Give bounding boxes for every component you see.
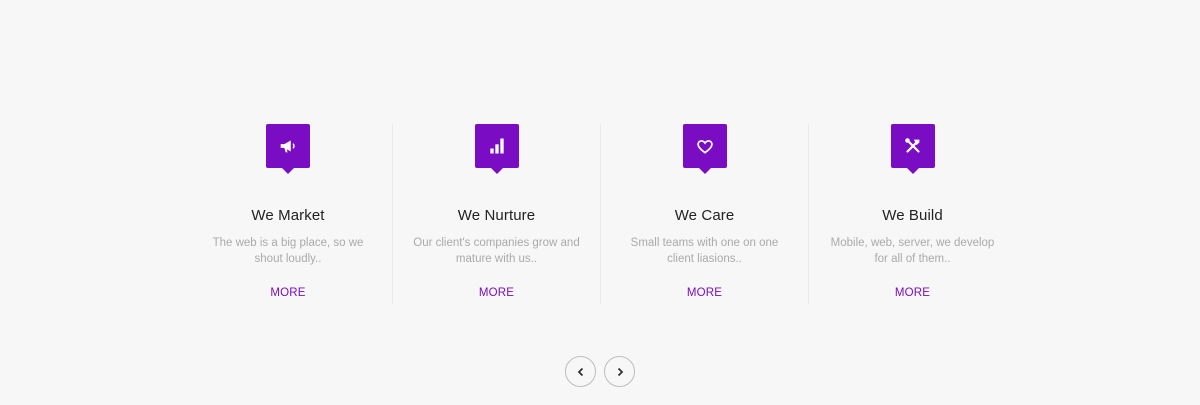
tools-icon [890, 124, 935, 174]
service-title: We Market [251, 207, 325, 224]
heart-icon [682, 124, 727, 174]
service-description: Our client's companies grow and mature w… [413, 237, 580, 265]
service-title: We Nurture [457, 207, 536, 224]
more-link[interactable]: MORE [895, 287, 930, 299]
service-card-nurture: We Nurture Our client's companies grow a… [392, 124, 600, 304]
service-title: We Build [882, 207, 943, 224]
service-card-build: We Build Mobile, web, server, we develop… [808, 124, 1016, 304]
service-card-care: We Care Small teams with one on one clie… [600, 124, 808, 304]
more-link[interactable]: MORE [270, 287, 305, 299]
service-card-market: We Market The web is a big place, so we … [184, 124, 392, 304]
chevron-right-icon [617, 367, 623, 376]
chevron-left-icon [577, 367, 583, 376]
service-title: We Care [674, 207, 735, 224]
bar-chart-icon [474, 124, 519, 174]
more-link[interactable]: MORE [479, 287, 514, 299]
service-description: Mobile, web, server, we develop for all … [830, 237, 995, 265]
carousel-prev-button[interactable] [565, 356, 596, 387]
more-link[interactable]: MORE [687, 287, 722, 299]
services-section: We Market The web is a big place, so we … [184, 124, 1016, 304]
service-description: The web is a big place, so we shout loud… [212, 237, 364, 265]
carousel-next-button[interactable] [604, 356, 635, 387]
service-description: Small teams with one on one client liasi… [630, 237, 779, 265]
carousel-navigation [565, 356, 635, 387]
megaphone-icon [266, 124, 310, 174]
